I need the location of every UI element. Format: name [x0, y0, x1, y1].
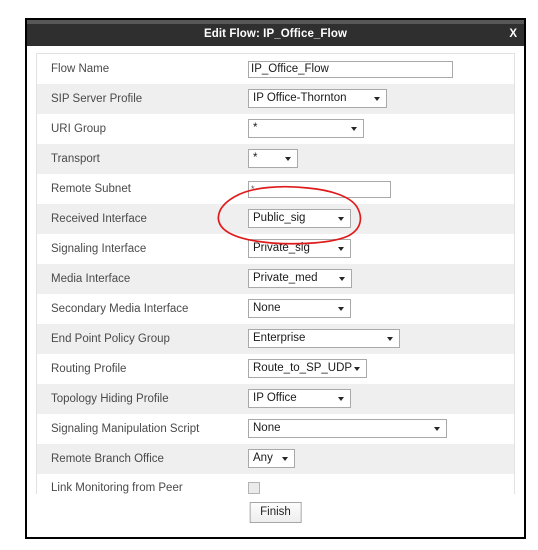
transport-value: *	[253, 152, 258, 164]
signaling-manipulation-script-select[interactable]: None	[248, 419, 447, 438]
received-interface-select[interactable]: Public_sig	[248, 209, 351, 228]
flow-settings-table: Flow Name SIP Server Profile IP Office-T…	[36, 53, 515, 504]
link-monitoring-checkbox[interactable]	[248, 482, 260, 495]
remote-branch-office-value: Any	[253, 452, 273, 464]
cell-routing-profile: Route_to_SP_UDP	[248, 354, 515, 384]
label-secondary-media-interface: Secondary Media Interface	[51, 302, 189, 315]
remote-subnet-input[interactable]	[248, 181, 391, 198]
signaling-interface-value: Private_sig	[253, 242, 310, 254]
chevron-down-icon	[354, 367, 360, 371]
chevron-down-icon	[285, 157, 291, 161]
label-signaling-manipulation-script: Signaling Manipulation Script	[51, 422, 200, 435]
routing-profile-value: Route_to_SP_UDP	[253, 362, 353, 374]
dialog-title: Edit Flow: IP_Office_Flow	[203, 28, 348, 40]
cell-flow-name	[248, 54, 515, 84]
cell-secondary-media-interface: None	[248, 294, 515, 324]
dialog-footer: Finish	[27, 494, 524, 537]
dialog-titlebar: Edit Flow: IP_Office_Flow X	[27, 20, 524, 46]
table-row: Flow Name	[36, 53, 515, 84]
chevron-down-icon	[374, 97, 380, 101]
table-row: SIP Server Profile IP Office-Thornton	[36, 83, 515, 114]
table-row: Media Interface Private_med	[36, 263, 515, 294]
secondary-media-interface-value: None	[253, 302, 281, 314]
transport-select[interactable]: *	[248, 149, 298, 168]
label-sip-server-profile: SIP Server Profile	[51, 92, 143, 105]
label-uri-group: URI Group	[51, 122, 106, 135]
label-received-interface: Received Interface	[51, 212, 147, 225]
label-remote-branch-office: Remote Branch Office	[51, 452, 164, 465]
form-area: Flow Name SIP Server Profile IP Office-T…	[27, 46, 524, 504]
cell-sip-server-profile: IP Office-Thornton	[248, 84, 515, 114]
cell-remote-branch-office: Any	[248, 444, 515, 474]
chevron-down-icon	[338, 247, 344, 251]
close-icon[interactable]: X	[509, 27, 517, 42]
cell-topology-hiding-profile: IP Office	[248, 384, 515, 414]
table-row: End Point Policy Group Enterprise	[36, 323, 515, 354]
screenshot-root: Edit Flow: IP_Office_Flow X Flow Name SI…	[0, 0, 538, 550]
table-row: Transport *	[36, 143, 515, 174]
table-row: Routing Profile Route_to_SP_UDP	[36, 353, 515, 384]
flow-name-input[interactable]	[248, 61, 453, 79]
end-point-policy-group-value: Enterprise	[253, 332, 306, 344]
table-row: Received Interface Public_sig	[36, 203, 515, 234]
end-point-policy-group-select[interactable]: Enterprise	[248, 329, 400, 348]
label-remote-subnet: Remote Subnet	[51, 182, 131, 195]
edit-flow-dialog: Edit Flow: IP_Office_Flow X Flow Name SI…	[25, 18, 526, 539]
signaling-interface-select[interactable]: Private_sig	[248, 239, 351, 258]
media-interface-value: Private_med	[253, 272, 318, 284]
chevron-down-icon	[338, 307, 344, 311]
secondary-media-interface-select[interactable]: None	[248, 299, 351, 318]
cell-signaling-interface: Private_sig	[248, 234, 515, 264]
label-flow-name: Flow Name	[51, 62, 110, 75]
chevron-down-icon	[434, 427, 440, 431]
label-transport: Transport	[51, 152, 100, 165]
routing-profile-select[interactable]: Route_to_SP_UDP	[248, 359, 367, 378]
table-row: Signaling Manipulation Script None	[36, 413, 515, 444]
topology-hiding-profile-select[interactable]: IP Office	[248, 389, 351, 408]
chevron-down-icon	[387, 337, 393, 341]
media-interface-select[interactable]: Private_med	[248, 269, 352, 288]
label-end-point-policy-group: End Point Policy Group	[51, 332, 170, 345]
chevron-down-icon	[338, 397, 344, 401]
cell-transport: *	[248, 144, 515, 174]
table-row: URI Group *	[36, 113, 515, 144]
uri-group-select[interactable]: *	[248, 119, 364, 138]
chevron-down-icon	[339, 277, 345, 281]
remote-branch-office-select[interactable]: Any	[248, 449, 295, 468]
cell-signaling-manipulation-script: None	[248, 414, 515, 444]
uri-group-value: *	[253, 122, 258, 134]
cell-received-interface: Public_sig	[248, 204, 515, 234]
cell-end-point-policy-group: Enterprise	[248, 324, 515, 354]
table-row: Remote Branch Office Any	[36, 443, 515, 474]
table-row: Signaling Interface Private_sig	[36, 233, 515, 264]
table-row: Remote Subnet	[36, 173, 515, 204]
table-row: Secondary Media Interface None	[36, 293, 515, 324]
chevron-down-icon	[351, 127, 357, 131]
topology-hiding-profile-value: IP Office	[253, 392, 297, 404]
cell-media-interface: Private_med	[248, 264, 515, 294]
cell-uri-group: *	[248, 114, 515, 144]
finish-button[interactable]: Finish	[249, 502, 302, 523]
sip-server-profile-select[interactable]: IP Office-Thornton	[248, 89, 387, 108]
flow-settings-body: Flow Name SIP Server Profile IP Office-T…	[36, 53, 515, 504]
label-media-interface: Media Interface	[51, 272, 131, 285]
sip-server-profile-value: IP Office-Thornton	[253, 92, 347, 104]
label-signaling-interface: Signaling Interface	[51, 242, 147, 255]
cell-remote-subnet	[248, 174, 515, 204]
chevron-down-icon	[338, 217, 344, 221]
table-row: Topology Hiding Profile IP Office	[36, 383, 515, 414]
received-interface-value: Public_sig	[253, 212, 306, 224]
label-topology-hiding-profile: Topology Hiding Profile	[51, 392, 169, 405]
signaling-manipulation-script-value: None	[253, 422, 281, 434]
label-routing-profile: Routing Profile	[51, 362, 127, 375]
chevron-down-icon	[282, 457, 288, 461]
